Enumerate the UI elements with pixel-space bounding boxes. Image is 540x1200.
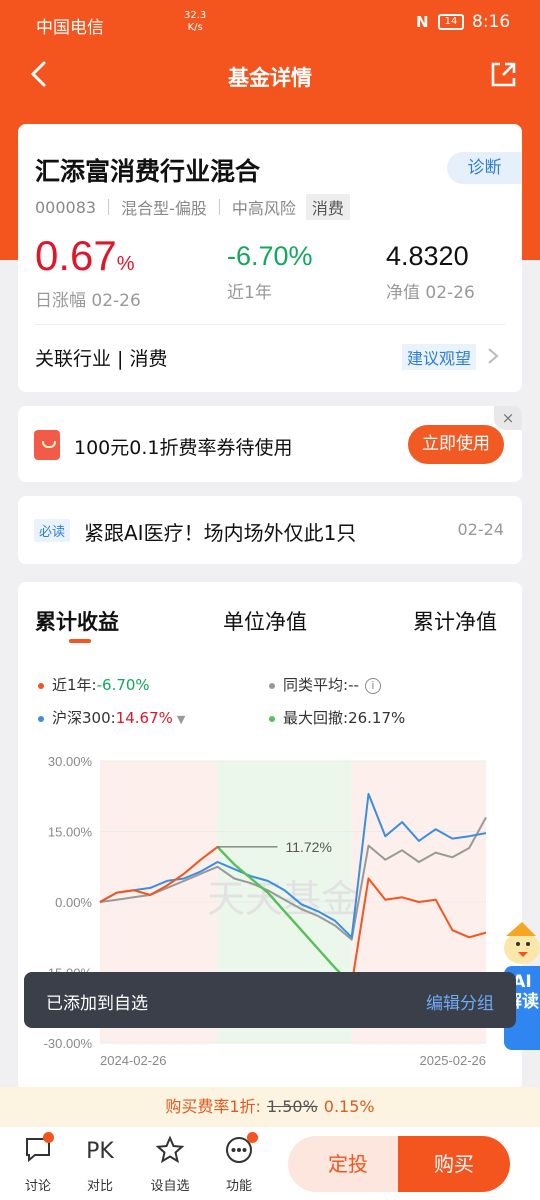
pk-icon: PK [86, 1139, 114, 1164]
buy-button[interactable]: 购买 [398, 1136, 510, 1192]
page-title: 基金详情 [228, 66, 312, 90]
tab-indicator [69, 639, 91, 643]
y-tick-label: 15.00% [48, 825, 93, 840]
x-tick-label: 2025-02-26 [420, 1053, 487, 1068]
add-watchlist-button[interactable]: 设自选 [145, 1135, 195, 1194]
fund-code: 000083 [35, 197, 97, 217]
diagnose-button[interactable]: 诊断 [447, 152, 522, 184]
share-icon[interactable] [488, 60, 518, 90]
chevron-right-icon[interactable] [486, 346, 500, 366]
carrier-name: 中国电信 [36, 18, 104, 38]
network-speed: 32.3 K/s [184, 10, 207, 33]
use-coupon-button[interactable]: 立即使用 [408, 425, 504, 464]
coupon-card: 100元0.1折费率券待使用 立即使用 × [18, 406, 522, 482]
tab-cumulative-nav[interactable]: 累计净值 [413, 606, 497, 636]
nav-bar: 基金详情 [0, 46, 540, 106]
dropdown-caret-icon[interactable]: ▼ [177, 713, 185, 726]
daily-change: 0.67% 日涨幅 02-26 [35, 232, 141, 312]
edit-group-link[interactable]: 编辑分组 [426, 989, 494, 1014]
tab-unit-nav[interactable]: 单位净值 [223, 606, 307, 636]
must-read-tag: 必读 [34, 519, 71, 542]
year-change: -6.70% 近1年 [227, 241, 313, 303]
compare-button[interactable]: PK 对比 [75, 1135, 125, 1194]
nav-value: 4.8320 净值 02-26 [386, 241, 475, 303]
legend-index[interactable]: 沪深300:14.67% ▼ [38, 707, 185, 728]
news-title[interactable]: 紧跟AI医疗！场内场外仅此1只 [84, 517, 356, 546]
battery-icon: 14 [438, 14, 464, 30]
y-tick-label: -30.00% [44, 1036, 93, 1051]
news-date: 02-24 [457, 520, 505, 539]
original-fee: 1.50% [266, 1097, 318, 1116]
clock: 8:16 [472, 12, 511, 32]
y-tick-label: 30.00% [48, 754, 93, 769]
info-icon[interactable]: i [364, 677, 381, 694]
auto-invest-button[interactable]: 定投 [288, 1136, 408, 1192]
theme-tag[interactable]: 消费 [305, 194, 350, 220]
advice-badge[interactable]: 建议观望 [401, 344, 476, 370]
close-icon[interactable]: × [494, 406, 522, 430]
bottom-bar: 讨论 PK 对比 设自选 功能 定投 购买 [0, 1127, 540, 1200]
toast: 已添加到自选 编辑分组 [24, 972, 516, 1028]
legend-drawdown: 最大回撤:26.17% [269, 707, 405, 728]
more-functions-button[interactable]: 功能 [214, 1132, 264, 1194]
discuss-button[interactable]: 讨论 [13, 1132, 63, 1194]
coupon-text: 100元0.1折费率券待使用 [74, 437, 293, 459]
red-envelope-icon [34, 430, 60, 460]
x-tick-label: 2024-02-26 [100, 1053, 167, 1068]
mascot-icon [504, 922, 540, 964]
divider [35, 324, 505, 325]
legend-fund: 近1年:-6.70% [38, 674, 150, 695]
toast-message: 已添加到自选 [46, 994, 148, 1014]
news-card[interactable]: 必读 紧跟AI医疗！场内场外仅此1只 02-24 [18, 496, 522, 564]
legend-peer: 同类平均:-- i [269, 674, 381, 695]
fund-type: 混合型-偏股 [121, 199, 207, 218]
fund-tags: 000083 混合型-偏股 中高风险 消费 [35, 194, 350, 220]
tab-cumulative-return[interactable]: 累计收益 [35, 606, 119, 636]
nfc-icon: N [416, 13, 429, 31]
status-bar: 中国电信 32.3 K/s N 14 8:16 [0, 0, 540, 46]
peak-annotation: 11.72% [285, 839, 331, 855]
fee-strip: 购买费率1折: 1.50% 0.15% [0, 1087, 540, 1127]
related-industry[interactable]: 关联行业 | 消费 [35, 344, 167, 371]
star-icon [155, 1135, 185, 1164]
y-tick-label: 0.00% [55, 895, 92, 910]
fund-summary-card: 汇添富消费行业混合 诊断 000083 混合型-偏股 中高风险 消费 0.67%… [18, 124, 522, 392]
fund-name: 汇添富消费行业混合 [35, 157, 261, 186]
risk-level: 中高风险 [231, 199, 296, 218]
